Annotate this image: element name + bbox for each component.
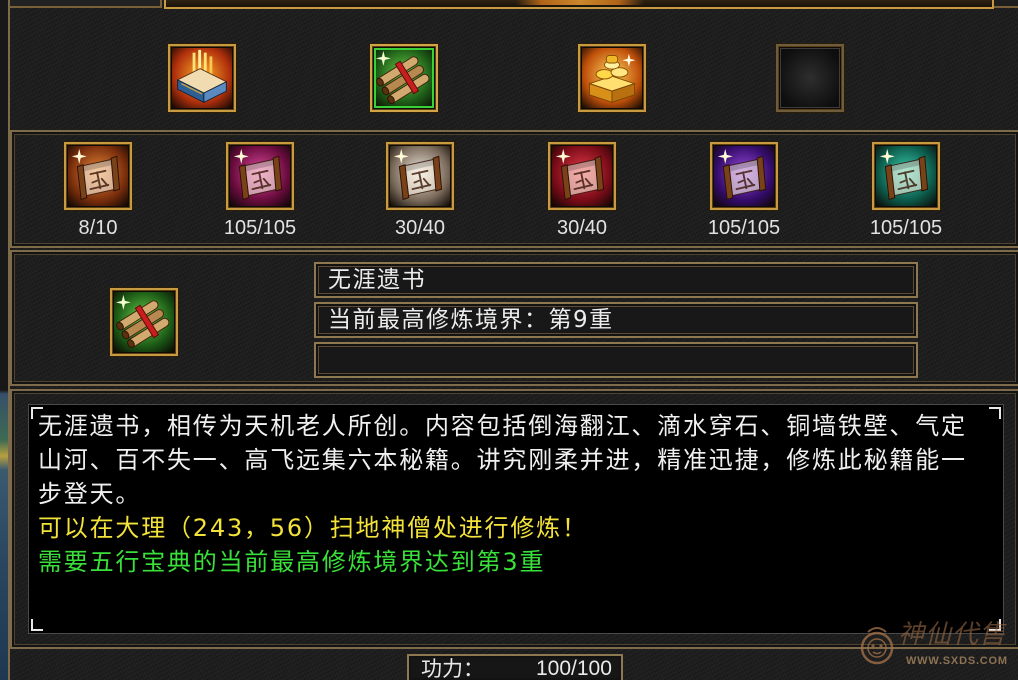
- book-tab-gold-treasure[interactable]: [578, 44, 646, 112]
- skill-progress-label: 8/10: [78, 217, 118, 239]
- skill-progress-label: 30/40: [394, 217, 446, 239]
- skill-scroll-slot[interactable]: [226, 142, 294, 210]
- scroll-bundle-icon: [114, 292, 174, 352]
- description-line: 步登天。: [38, 480, 142, 508]
- cultivation-window: 8/10 105/105 30/40 30/40 105/105 105/105: [0, 0, 1018, 680]
- skill-scroll-slot[interactable]: [64, 142, 132, 210]
- left-frame-edge: [0, 0, 10, 680]
- skill-progress-label: 30/40: [556, 217, 608, 239]
- power-box: 功力： 100/100: [407, 654, 623, 680]
- title-bar-left-segment: [0, 0, 162, 8]
- skill-progress-label: 105/105: [223, 217, 297, 239]
- location-hint: 可以在大理（243，56）扫地神僧处进行修炼！: [38, 514, 588, 542]
- gold-treasure-icon: [582, 48, 642, 108]
- scroll-bundle-icon: [374, 48, 434, 108]
- description-box: 无涯遗书，相传为天机老人所创。内容包括倒海翻江、滴水穿石、铜墙铁壁、气定 山河、…: [28, 404, 1004, 634]
- extra-info-field: [314, 342, 918, 378]
- scroll-icon: [68, 146, 128, 206]
- realm-field: 当前最高修炼境界：第9重: [314, 302, 918, 338]
- title-bar-right-segment: [994, 0, 1018, 8]
- power-label: 功力：: [421, 657, 484, 680]
- empty-slot-icon: [780, 48, 840, 108]
- corner-bracket: [989, 407, 1001, 419]
- description-line: 无涯遗书，相传为天机老人所创。内容包括倒海翻江、滴水穿石、铜墙铁壁、气定: [38, 412, 967, 440]
- book-name-field: 无涯遗书: [314, 262, 918, 298]
- description-line: 山河、百不失一、高飞远集六本秘籍。讲究刚柔并进，精准迅捷，修炼此秘籍能一: [38, 446, 967, 474]
- book-tab-scroll-bundle[interactable]: [370, 44, 438, 112]
- book-tab-empty[interactable]: [776, 44, 844, 112]
- flame-book-icon: [172, 48, 232, 108]
- watermark-logo-icon: [860, 627, 894, 665]
- skill-progress-label: 105/105: [707, 217, 781, 239]
- skill-scroll-slot[interactable]: [386, 142, 454, 210]
- requirement-text: 需要五行宝典的当前最高修炼境界达到第3重: [38, 548, 546, 576]
- scroll-icon: [390, 146, 450, 206]
- power-value: 100/100: [536, 657, 612, 680]
- watermark-url: WWW.SXDS.COM: [906, 655, 1008, 667]
- corner-bracket: [31, 619, 43, 631]
- scroll-icon: [230, 146, 290, 206]
- title-bar-frame: [164, 0, 994, 9]
- book-tab-flame-book[interactable]: [168, 44, 236, 112]
- scroll-icon: [876, 146, 936, 206]
- skill-scroll-slot[interactable]: [710, 142, 778, 210]
- skill-scroll-slot[interactable]: [872, 142, 940, 210]
- skill-progress-label: 105/105: [869, 217, 943, 239]
- skill-scroll-slot[interactable]: [548, 142, 616, 210]
- scroll-icon: [552, 146, 612, 206]
- title-bar: [0, 0, 1018, 10]
- selected-book-icon-slot: [110, 288, 178, 356]
- scroll-icon: [714, 146, 774, 206]
- title-ornament: [516, 0, 644, 5]
- watermark-text: 神仙代售: [898, 620, 1007, 650]
